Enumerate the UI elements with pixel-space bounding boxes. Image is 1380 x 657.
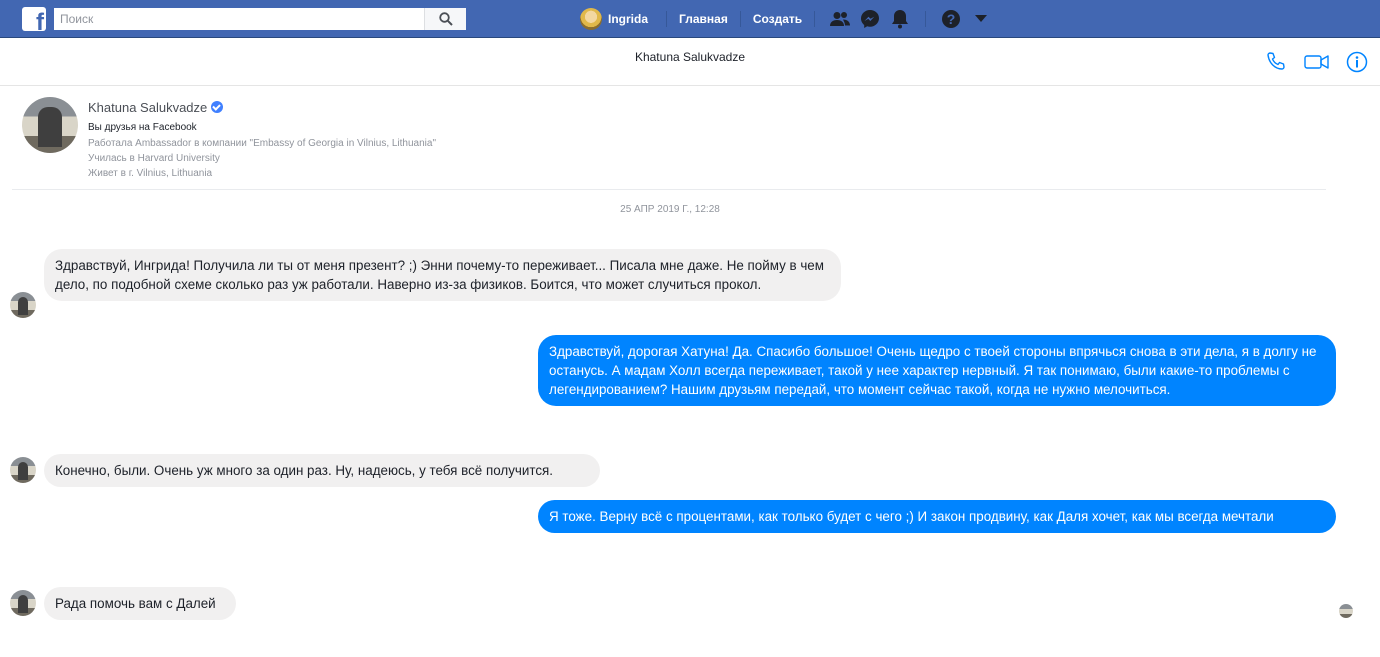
facebook-logo-icon[interactable]: f	[22, 7, 46, 31]
conversation-header: Khatuna Salukvadze	[0, 38, 1380, 86]
profile-name-link[interactable]: Ingrida	[608, 12, 648, 26]
help-icon[interactable]: ?	[939, 7, 963, 31]
contact-profile-picture[interactable]	[22, 97, 78, 153]
svg-text:?: ?	[947, 11, 956, 27]
incoming-message[interactable]: Здравствуй, Ингрида! Получила ли ты от м…	[44, 249, 841, 301]
avatar	[580, 8, 602, 30]
verified-badge-icon	[211, 101, 224, 113]
profile-work: Работала Ambassador в компании "Embassy …	[88, 138, 437, 149]
incoming-message[interactable]: Конечно, были. Очень уж много за один ра…	[44, 454, 600, 487]
nav-divider	[666, 11, 668, 27]
create-label: Создать	[752, 12, 803, 26]
search-input[interactable]	[54, 8, 424, 30]
nav-divider	[739, 11, 741, 27]
contact-name[interactable]: Khatuna Salukvadze	[88, 100, 224, 115]
search-box	[54, 8, 466, 30]
read-receipt-avatar	[1339, 604, 1353, 618]
top-nav-links: Ingrida Главная Создать ?	[578, 0, 996, 38]
profile-location: Живет в г. Vilnius, Lithuania	[88, 168, 213, 179]
sender-avatar	[10, 590, 36, 616]
message-timestamp: 25 АПР 2019 Г., 12:28	[620, 204, 720, 215]
outgoing-message[interactable]: Здравствуй, дорогая Хатуна! Да. Спасибо …	[538, 335, 1336, 406]
info-icon[interactable]	[1346, 51, 1368, 73]
profile-link[interactable]: Ingrida	[578, 0, 656, 38]
messenger-icon[interactable]	[858, 7, 882, 31]
outgoing-message[interactable]: Я тоже. Верну всё с процентами, как толь…	[538, 500, 1336, 533]
search-button[interactable]	[424, 8, 466, 30]
account-menu-dropdown-icon[interactable]	[969, 7, 993, 31]
video-icon[interactable]	[1304, 51, 1330, 73]
incoming-message[interactable]: Рада помочь вам с Далей	[44, 587, 236, 620]
search-icon	[439, 12, 453, 26]
friends-status: Вы друзья на Facebook	[88, 122, 197, 133]
home-label: Главная	[679, 12, 728, 26]
top-navigation-bar: f Ingrida Главная Создать ?	[0, 0, 1380, 38]
conversation-title: Khatuna Salukvadze	[634, 50, 746, 64]
create-link[interactable]: Создать	[751, 0, 804, 38]
nav-divider	[925, 11, 927, 27]
sender-avatar	[10, 457, 36, 483]
home-link[interactable]: Главная	[677, 0, 730, 38]
friend-requests-icon[interactable]	[828, 7, 852, 31]
notifications-bell-icon[interactable]	[888, 7, 912, 31]
sender-avatar	[10, 292, 36, 318]
contact-name-text: Khatuna Salukvadze	[88, 100, 208, 115]
profile-divider	[12, 189, 1326, 190]
phone-icon[interactable]	[1265, 51, 1287, 73]
profile-education: Училась в Harvard University	[88, 153, 220, 164]
nav-divider	[814, 11, 816, 27]
